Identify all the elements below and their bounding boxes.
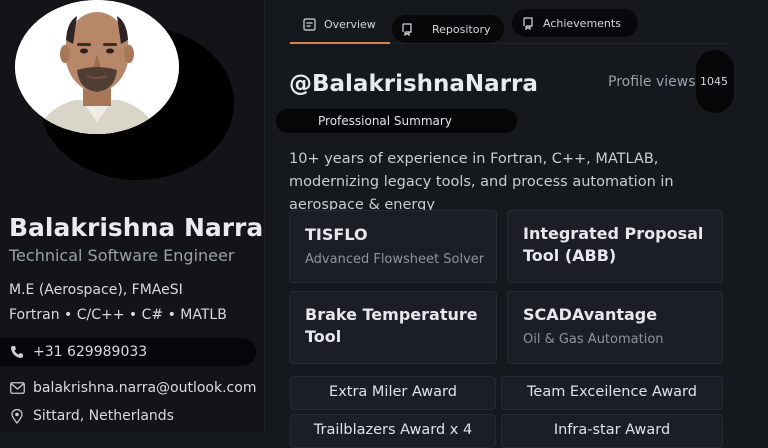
project-title: TISFLO [305,225,368,244]
project-title: Brake Temperature Tool [305,305,478,346]
award-item: Team Exceilence Award [501,376,723,410]
tab-achievements[interactable]: Achievements [512,9,638,37]
award-item: Extra Miler Award [290,376,496,410]
tab-label: Overview [324,17,376,31]
profile-views-count: 1045 [700,75,728,88]
contact-location: Sittard, Netherlands [9,403,174,429]
project-card[interactable]: Integrated Proposal Tool (ABB) [507,210,723,283]
award-item: Infra-star Award [501,414,723,448]
contact-email[interactable]: balakrishna.narra@outlook.com [9,375,256,401]
phone-text: +31 629989033 [33,344,148,360]
avatar [15,0,179,134]
contact-phone[interactable]: +31 629989033 [9,339,147,365]
profile-handle: @BalakrishnaNarra [289,71,538,97]
location-pin-icon [9,408,25,424]
award-label: Infra-star Award [553,422,671,438]
mail-icon [9,380,25,396]
document-icon [302,17,316,31]
profile-skills: Fortran • C/C++ • C# • MATLB [9,307,227,323]
phone-icon [9,344,25,360]
award-item: Trailblazers Award x 4 [290,414,496,448]
profile-role: Technical Software Engineer [9,246,235,265]
project-card[interactable]: TISFLO Advanced Flowsheet Solver [289,210,497,283]
award-label: Extra Miler Award [329,384,457,400]
tab-overview[interactable]: Overview [302,10,376,38]
project-card[interactable]: SCADAvantage Oil & Gas Automation [507,291,723,364]
tab-label: Achievements [543,16,621,30]
award-label: Team Exceilence Award [527,384,697,400]
sidebar-divider [264,0,265,433]
project-title: Integrated Proposal Tool (ABB) [523,224,704,265]
profile-views-label: Profile views [608,74,696,90]
location-text: Sittard, Netherlands [33,408,174,424]
repo-icon [400,22,414,36]
project-title: SCADAvantage [523,305,658,324]
project-subtitle: Oil & Gas Automation [523,332,664,347]
summary-text: 10+ years of experience in Fortran, C++,… [289,151,674,213]
section-heading: Professional Summary [318,114,452,128]
email-text: balakrishna.narra@outlook.com [33,380,257,396]
active-tab-indicator [290,42,390,44]
trophy-icon [521,16,535,30]
award-label: Trailblazers Award x 4 [313,422,473,438]
project-subtitle: Advanced Flowsheet Solver [305,252,485,267]
tab-label: Repository [432,22,491,36]
profile-degree: M.E (Aerospace), FMAeSI [9,282,183,298]
tab-repository[interactable]: Repository [392,15,504,43]
profile-name: Balakrishna Narra [9,213,264,242]
project-card[interactable]: Brake Temperature Tool [289,291,497,364]
